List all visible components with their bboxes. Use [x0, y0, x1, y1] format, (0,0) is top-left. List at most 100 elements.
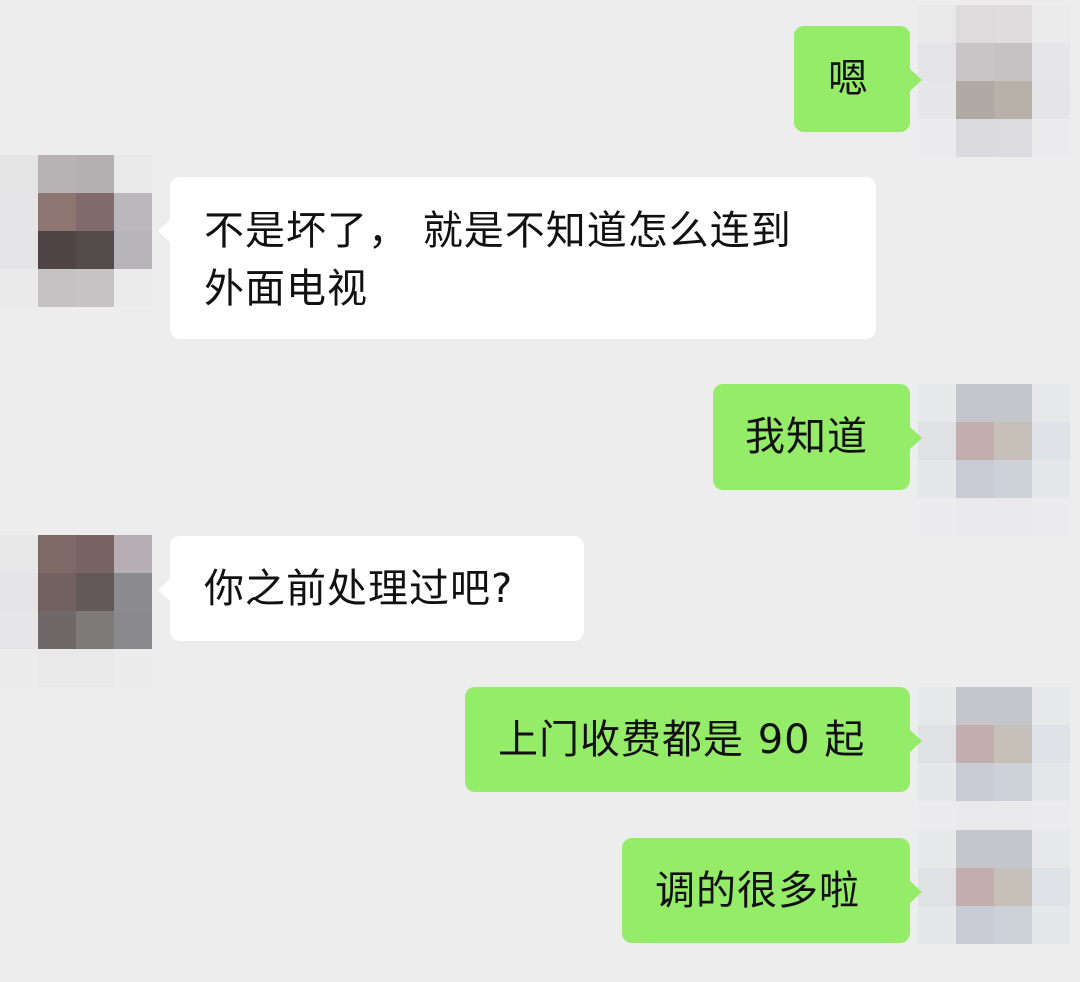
avatar-pixel [76, 193, 114, 231]
message-text: 你之前处理过吧? [204, 566, 514, 612]
avatar-pixel [114, 193, 152, 231]
avatar-pixel [1032, 725, 1070, 763]
avatar-pixel [994, 422, 1032, 460]
avatar-pixel [38, 649, 76, 687]
avatar-pixel [956, 763, 994, 801]
avatar-pixel [956, 687, 994, 725]
avatar-pixel [956, 830, 994, 868]
avatar-pixel [1032, 43, 1070, 81]
avatar[interactable] [918, 384, 1070, 536]
avatar-pixel [0, 649, 38, 687]
avatar-pixel [918, 687, 956, 725]
avatar-pixel [918, 725, 956, 763]
avatar-pixel [918, 906, 956, 944]
avatar-pixel [994, 119, 1032, 157]
avatar-pixel [0, 535, 38, 573]
avatar-pixel [0, 231, 38, 269]
avatar-pixel [76, 231, 114, 269]
message-text: 调的很多啦 [655, 868, 860, 914]
avatar-pixel [956, 119, 994, 157]
avatar-pixel [38, 573, 76, 611]
avatar-pixel [76, 535, 114, 573]
avatar-pixel [994, 687, 1032, 725]
avatar-pixel [918, 119, 956, 157]
avatar-pixel [918, 763, 956, 801]
avatar-pixel [0, 155, 38, 193]
avatar-pixel [994, 763, 1032, 801]
avatar-pixel [38, 231, 76, 269]
avatar-pixel [114, 611, 152, 649]
avatar-pixel [994, 460, 1032, 498]
avatar-pixel [956, 5, 994, 43]
avatar-pixel [76, 649, 114, 687]
avatar-pixel [956, 384, 994, 422]
avatar-pixel [956, 906, 994, 944]
avatar-pixel [1032, 422, 1070, 460]
avatar-pixel [956, 868, 994, 906]
avatar-pixel [918, 5, 956, 43]
avatar-pixel [994, 725, 1032, 763]
avatar-pixel [956, 422, 994, 460]
avatar-pixel [76, 611, 114, 649]
avatar-pixel [114, 573, 152, 611]
avatar[interactable] [0, 535, 152, 687]
avatar-pixel [38, 611, 76, 649]
message-text: 嗯 [828, 56, 869, 102]
avatar-pixel [994, 5, 1032, 43]
avatar[interactable] [0, 155, 152, 307]
avatar-pixel [918, 830, 956, 868]
avatar-pixel [918, 498, 956, 536]
message-bubble-self[interactable]: 嗯 [794, 26, 922, 132]
avatar-pixel [918, 460, 956, 498]
avatar-pixel [1032, 460, 1070, 498]
avatar-pixel [114, 535, 152, 573]
avatar-pixel [1032, 763, 1070, 801]
avatar-pixel [76, 269, 114, 307]
avatar-pixel [114, 269, 152, 307]
avatar[interactable] [918, 5, 1070, 157]
avatar-pixel [918, 422, 956, 460]
avatar-pixel [0, 573, 38, 611]
avatar-pixel [114, 649, 152, 687]
avatar-pixel [38, 193, 76, 231]
message-bubble-self[interactable]: 调的很多啦 [622, 838, 922, 943]
avatar-pixel [918, 384, 956, 422]
avatar-pixel [1032, 81, 1070, 119]
message-bubble-self[interactable]: 上门收费都是 90 起 [465, 687, 922, 792]
avatar-pixel [0, 611, 38, 649]
avatar-pixel [0, 193, 38, 231]
avatar-pixel [1032, 687, 1070, 725]
avatar-pixel [38, 269, 76, 307]
avatar-pixel [994, 868, 1032, 906]
avatar-pixel [1032, 498, 1070, 536]
avatar-pixel [1032, 868, 1070, 906]
avatar-pixel [956, 81, 994, 119]
message-bubble-self[interactable]: 我知道 [713, 384, 922, 490]
avatar-pixel [994, 384, 1032, 422]
avatar-pixel [918, 43, 956, 81]
avatar-pixel [956, 725, 994, 763]
avatar-pixel [0, 269, 38, 307]
avatar-pixel [76, 155, 114, 193]
avatar-pixel [1032, 5, 1070, 43]
avatar-pixel [994, 498, 1032, 536]
avatar-pixel [956, 498, 994, 536]
avatar-pixel [1032, 830, 1070, 868]
avatar[interactable] [918, 687, 1070, 839]
avatar-pixel [956, 460, 994, 498]
message-bubble-other[interactable]: 你之前处理过吧? [158, 536, 584, 641]
avatar-pixel [38, 155, 76, 193]
avatar-pixel [1032, 384, 1070, 422]
message-text: 我知道 [745, 414, 868, 460]
avatar-pixel [76, 573, 114, 611]
avatar-pixel [994, 81, 1032, 119]
message-bubble-other[interactable]: 不是坏了， 就是不知道怎么连到 外面电视 [158, 177, 876, 339]
avatar-pixel [956, 43, 994, 81]
avatar-pixel [994, 906, 1032, 944]
avatar-pixel [114, 231, 152, 269]
avatar-pixel [1032, 119, 1070, 157]
avatar-pixel [918, 81, 956, 119]
avatar-pixel [994, 43, 1032, 81]
avatar-pixel [918, 868, 956, 906]
avatar[interactable] [918, 830, 1070, 982]
